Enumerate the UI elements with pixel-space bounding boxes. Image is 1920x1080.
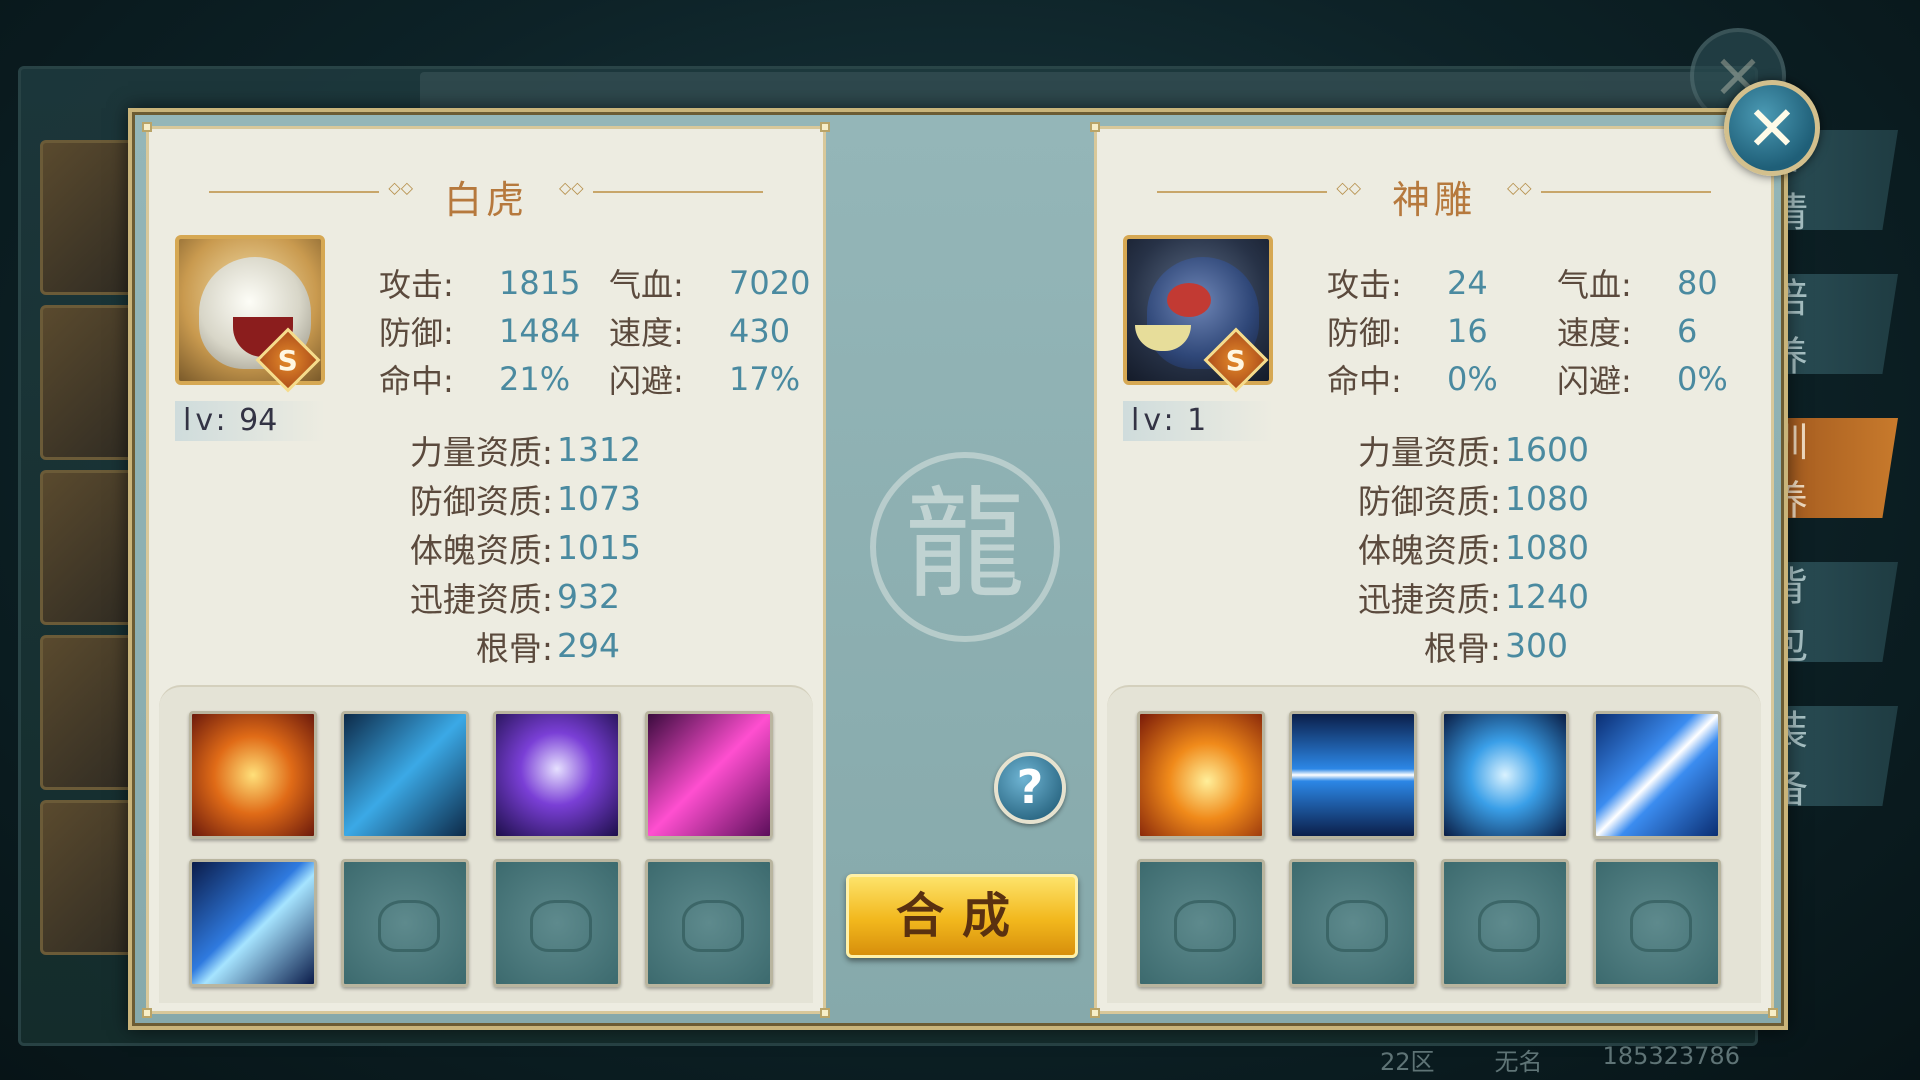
aptitude-label: 迅捷资质: — [409, 579, 553, 619]
footer-id: 185323786 — [1602, 1042, 1740, 1070]
footer-info: 22区 无名 185323786 — [1380, 1042, 1740, 1077]
aptitude-label: 防御资质: — [409, 481, 553, 521]
aptitude-value: 1312 — [557, 430, 641, 469]
right-pet-skill-box — [1107, 685, 1761, 1003]
stat-value: 21% — [499, 360, 571, 398]
close-icon[interactable]: ✕ — [1724, 80, 1820, 176]
right-pet-aptitudes: 力量资质: 1600 防御资质: 1080 体魄资质: 1080 迅捷资质: 1240 … — [1321, 425, 1589, 670]
left-pet-stats: 攻击: 1815 气血: 7020 防御: 1484 速度: 430 命中: 21% 闪避… — [379, 259, 839, 403]
combine-button[interactable]: 合成 — [846, 874, 1078, 958]
stat-label: 防御: — [1327, 314, 1402, 352]
stat-value: 1484 — [499, 312, 581, 350]
aptitude-label: 体魄资质: — [1357, 530, 1501, 570]
empty-skill-slot[interactable] — [1289, 859, 1417, 987]
speed-streak-skill-icon[interactable] — [1289, 711, 1417, 839]
empty-skill-slot[interactable] — [645, 859, 773, 987]
claw-slash-skill-icon[interactable] — [189, 859, 317, 987]
aptitude-label: 防御资质: — [1357, 481, 1501, 521]
right-pet-stats: 攻击: 24 气血: 80 防御: 16 速度: 6 命中: 0% 闪避: 0% — [1327, 259, 1787, 403]
aptitude-label: 体魄资质: — [409, 530, 553, 570]
blue-heart-skill-icon[interactable] — [1441, 711, 1569, 839]
right-pet-panel: 神雕 S lv: 1 攻击:24 气血:80 防御:16 速度:6 命中:0% … — [1090, 122, 1778, 1018]
aptitude-label: 迅捷资质: — [1357, 579, 1501, 619]
stat-label: 速度: — [1557, 314, 1632, 352]
stat-value: 7020 — [729, 264, 811, 302]
stat-label: 攻击: — [379, 266, 454, 304]
left-pet-skill-box — [159, 685, 813, 1003]
aptitude-value: 300 — [1505, 626, 1568, 665]
help-button[interactable]: ? — [994, 752, 1066, 824]
aptitude-value: 1240 — [1505, 577, 1589, 616]
stat-label: 闪避: — [1557, 362, 1632, 400]
footer-server: 22区 — [1380, 1048, 1435, 1076]
stat-value: 80 — [1677, 264, 1718, 302]
footer-name: 无名 — [1494, 1048, 1543, 1076]
stat-label: 速度: — [609, 314, 684, 352]
aptitude-value: 1080 — [1505, 528, 1589, 567]
pet-fusion-modal: 白虎 S lv: 94 攻击:1815 气血:7020 防御:1484 速度:4… — [128, 108, 1788, 1030]
right-pet-level: lv: 1 — [1123, 401, 1273, 441]
stat-label: 防御: — [379, 314, 454, 352]
left-pet-aptitudes: 力量资质: 1312 防御资质: 1073 体魄资质: 1015 迅捷资质: 932 根… — [373, 425, 641, 670]
aptitude-label: 力量资质: — [409, 432, 553, 472]
stat-value: 24 — [1447, 264, 1488, 302]
aptitude-label: 根骨: — [1423, 628, 1501, 668]
aptitude-label: 根骨: — [475, 628, 553, 668]
purple-vortex-skill-icon[interactable] — [493, 711, 621, 839]
background-top-bar — [420, 72, 1740, 112]
empty-skill-slot[interactable] — [493, 859, 621, 987]
empty-skill-slot[interactable] — [1593, 859, 1721, 987]
stat-label: 命中: — [379, 362, 454, 400]
phoenix-flame-skill-icon[interactable] — [1137, 711, 1265, 839]
empty-skill-slot[interactable] — [1137, 859, 1265, 987]
empty-skill-slot[interactable] — [341, 859, 469, 987]
center-column: 龍 ? 合成 — [844, 112, 1078, 1026]
aptitude-value: 1073 — [557, 479, 641, 518]
stat-value: 17% — [729, 360, 801, 398]
aptitude-value: 932 — [557, 577, 620, 616]
aptitude-label: 力量资质: — [1357, 432, 1501, 472]
right-pet-name: 神雕 — [1391, 178, 1476, 222]
stat-value: 1815 — [499, 264, 581, 302]
fire-orb-skill-icon[interactable] — [189, 711, 317, 839]
aptitude-value: 294 — [557, 626, 620, 665]
pink-lightning-skill-icon[interactable] — [645, 711, 773, 839]
stat-label: 攻击: — [1327, 266, 1402, 304]
stat-value: 0% — [1677, 360, 1728, 398]
left-pet-panel: 白虎 S lv: 94 攻击:1815 气血:7020 防御:1484 速度:4… — [142, 122, 830, 1018]
aptitude-value: 1600 — [1505, 430, 1589, 469]
aptitude-value: 1080 — [1505, 479, 1589, 518]
left-pet-name: 白虎 — [443, 178, 528, 222]
stat-label: 气血: — [1557, 266, 1632, 304]
aptitude-value: 1015 — [557, 528, 641, 567]
stat-label: 命中: — [1327, 362, 1402, 400]
blue-arrow-skill-icon[interactable] — [1593, 711, 1721, 839]
lightning-skill-icon[interactable] — [341, 711, 469, 839]
dragon-emblem-icon: 龍 — [870, 452, 1060, 642]
stat-value: 6 — [1677, 312, 1698, 350]
stat-value: 0% — [1447, 360, 1498, 398]
stat-value: 16 — [1447, 312, 1488, 350]
stat-label: 气血: — [609, 266, 684, 304]
empty-skill-slot[interactable] — [1441, 859, 1569, 987]
stat-label: 闪避: — [609, 362, 684, 400]
left-pet-level: lv: 94 — [175, 401, 325, 441]
stat-value: 430 — [729, 312, 791, 350]
